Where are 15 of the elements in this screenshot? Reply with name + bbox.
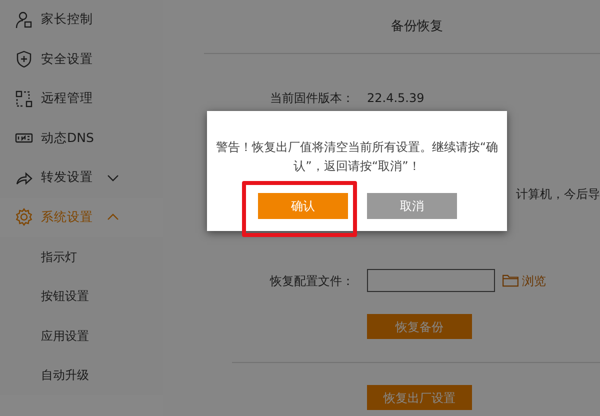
field-label: 恢复配置文件： xyxy=(268,272,355,290)
cancel-button[interactable]: 取消 xyxy=(367,193,457,219)
person-icon xyxy=(15,10,33,29)
page-title: 备份恢复 xyxy=(391,18,443,36)
browse-link[interactable]: 浏览 xyxy=(522,272,546,290)
description-text: 计算机，今后导 xyxy=(516,187,600,201)
confirm-button[interactable]: 确认 xyxy=(258,193,348,219)
field-label: 当前固件版本： xyxy=(269,90,355,107)
shield-icon xyxy=(15,50,33,68)
warning-message: 警告！恢复出厂值将清空当前所有设置。继续请按“确认”，返回请按“取消”！ xyxy=(214,139,500,175)
folder-icon[interactable] xyxy=(502,274,519,287)
remote-icon xyxy=(15,90,33,108)
firmware-version: 22.4.5.39 xyxy=(367,90,424,107)
file-field[interactable] xyxy=(367,269,495,292)
gear-icon xyxy=(15,208,33,226)
